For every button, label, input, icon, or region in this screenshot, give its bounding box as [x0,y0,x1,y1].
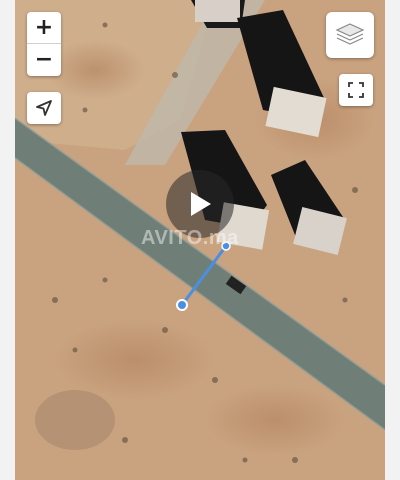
zoom-in-button[interactable]: + [27,12,61,44]
map-frame: + − AVITO.ma [0,0,400,480]
watermark-logo: AVITO.ma [141,227,239,249]
layers-stack-icon [335,23,365,45]
navigation-arrow-icon [36,100,52,116]
zoom-out-button[interactable]: − [27,44,61,75]
fullscreen-button[interactable] [339,74,373,106]
fullscreen-corners-icon [348,82,364,98]
zoom-controls: + − [27,12,61,76]
locate-button[interactable] [27,92,61,124]
play-icon [191,192,211,216]
layers-button[interactable] [326,12,374,58]
